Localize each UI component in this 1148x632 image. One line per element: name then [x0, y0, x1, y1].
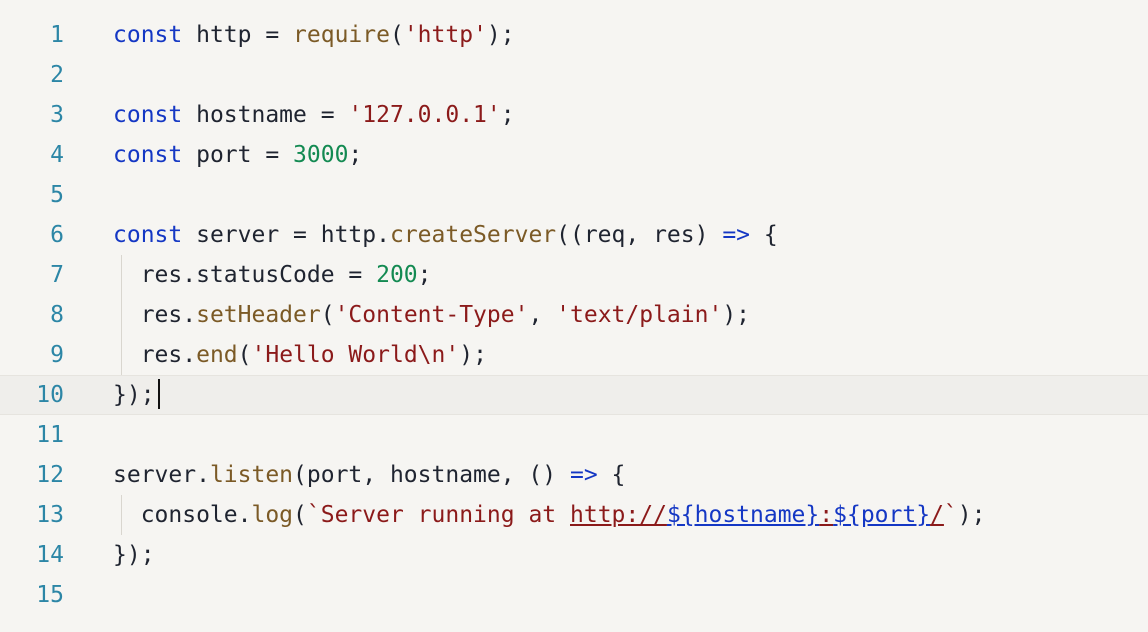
line-number: 1 [50, 22, 64, 48]
code-line[interactable]: 8 res.setHeader('Content-Type', 'text/pl… [0, 295, 1148, 335]
code-token: log [251, 502, 294, 528]
code-token: ( [293, 502, 307, 528]
code-token: 'Hello World\n' [251, 342, 460, 368]
line-number: 3 [50, 102, 64, 128]
code-token: listen [209, 462, 294, 488]
code-text[interactable]: const server = http.createServer((req, r… [113, 215, 778, 255]
code-line[interactable]: 13 console.log(`Server running at http:/… [0, 495, 1148, 535]
line-number: 5 [50, 182, 64, 208]
code-token: { [750, 222, 778, 248]
code-token: server = http. [182, 222, 390, 248]
text-cursor [158, 379, 160, 409]
indent-guide-server-callback [121, 255, 122, 375]
code-token: (port, hostname, () [293, 462, 570, 488]
code-token: end [196, 342, 238, 368]
code-text[interactable]: const hostname = '127.0.0.1'; [113, 95, 515, 135]
code-token: : [819, 502, 834, 528]
code-line[interactable]: 10}); [0, 375, 1148, 415]
line-number: 14 [36, 542, 64, 568]
code-line[interactable]: 1 const http = require('http'); [0, 15, 1148, 55]
code-token: ( [389, 22, 404, 48]
code-token: res.statusCode = [113, 262, 377, 288]
code-token: http = [182, 22, 294, 48]
code-text[interactable]: }); [113, 535, 155, 575]
code-token: ); [957, 502, 986, 528]
code-token: { [597, 462, 626, 488]
code-token: port = [182, 142, 294, 168]
code-token: , [528, 302, 557, 328]
code-line[interactable]: 15 [0, 575, 1148, 615]
code-line[interactable]: 2 [0, 55, 1148, 95]
code-line[interactable]: 7 res.statusCode = 200; [0, 255, 1148, 295]
indent-guide-listen-callback [121, 495, 122, 535]
code-token: ${hostname} [666, 502, 820, 528]
line-number: 10 [36, 382, 64, 408]
line-number: 4 [50, 142, 64, 168]
code-token: console. [113, 502, 252, 528]
code-token: 'Content-Type' [334, 302, 529, 328]
code-line[interactable]: 6 const server = http.createServer((req, … [0, 215, 1148, 255]
code-line[interactable]: 14}); [0, 535, 1148, 575]
line-number: 2 [50, 62, 64, 88]
code-text[interactable]: console.log(`Server running at http://${… [113, 495, 986, 535]
code-token: 200 [376, 262, 418, 288]
code-token: ); [459, 342, 487, 368]
code-line[interactable]: 11 [0, 415, 1148, 455]
code-text[interactable]: res.setHeader('Content-Type', 'text/plai… [113, 295, 750, 335]
code-editor[interactable]: 1 const http = require('http'); 2 3 const ho… [0, 0, 1148, 632]
code-token: ( [320, 302, 335, 328]
line-number: 7 [50, 262, 64, 288]
code-token: ); [722, 302, 751, 328]
code-token: const [113, 22, 183, 48]
code-line[interactable]: 4 const port = 3000; [0, 135, 1148, 175]
code-token: createServer [389, 222, 557, 248]
line-number: 9 [50, 342, 64, 368]
code-token: => [722, 222, 751, 248]
code-line[interactable]: 5 [0, 175, 1148, 215]
code-token: ${port} [833, 502, 931, 528]
code-token: ; [417, 262, 432, 288]
code-token: '127.0.0.1' [348, 102, 501, 128]
code-token: const [113, 222, 183, 248]
code-text[interactable]: res.end('Hello World\n'); [113, 335, 487, 375]
code-token: ` [943, 502, 958, 528]
code-token: ; [500, 102, 515, 128]
line-number: 13 [36, 502, 64, 528]
code-token: ); [486, 22, 515, 48]
code-token: ((req, res) [556, 222, 723, 248]
line-number: 15 [36, 582, 64, 608]
code-token: ; [348, 142, 363, 168]
code-token: res. [113, 302, 197, 328]
code-text[interactable]: const port = 3000; [113, 135, 362, 175]
code-token: `Server running at [306, 502, 570, 528]
code-token: http:// [570, 502, 667, 528]
code-token: setHeader [196, 302, 321, 328]
code-token: 3000 [293, 142, 349, 168]
code-token: const [113, 142, 183, 168]
code-token: 'http' [403, 22, 487, 48]
code-text[interactable]: }); [113, 376, 155, 414]
code-token: ( [237, 342, 252, 368]
code-token: hostname = [182, 102, 349, 128]
code-text[interactable]: server.listen(port, hostname, () => { [113, 455, 625, 495]
code-token: / [930, 502, 944, 528]
code-token: 'text/plain' [556, 302, 723, 328]
code-line[interactable]: 3 const hostname = '127.0.0.1'; [0, 95, 1148, 135]
line-number: 6 [50, 222, 64, 248]
code-line[interactable]: 9 res.end('Hello World\n'); [0, 335, 1148, 375]
code-token: res. [113, 342, 197, 368]
line-number: 8 [50, 302, 64, 328]
code-token: require [293, 22, 390, 48]
code-token: => [569, 462, 598, 488]
code-line[interactable]: 12 server.listen(port, hostname, () => { [0, 455, 1148, 495]
line-number: 12 [36, 462, 64, 488]
code-token: }); [113, 542, 155, 568]
code-text[interactable]: const http = require('http'); [113, 15, 515, 55]
code-token: server. [113, 462, 210, 488]
code-token: const [113, 102, 183, 128]
code-token: }); [113, 382, 155, 408]
line-number: 11 [36, 422, 64, 448]
code-text[interactable]: res.statusCode = 200; [113, 255, 432, 295]
